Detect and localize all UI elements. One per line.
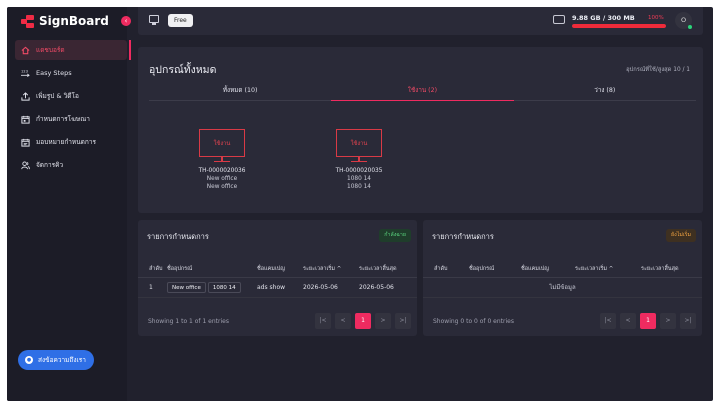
sidebar-item-assign-schedule[interactable]: มอบหมายกำหนดการ (15, 132, 127, 152)
table-footer-info: Showing 1 to 1 of 1 entries (148, 318, 229, 325)
sidebar-collapse-button[interactable]: ‹ (121, 16, 131, 26)
sidebar-item-queue[interactable]: จัดการคิว (15, 155, 127, 175)
devices-panel: อุปกรณ์ทั้งหมด อุปกรณ์ที่ใช้/สูงสุด 10 /… (138, 47, 703, 213)
storage-percent: 100% (648, 15, 664, 21)
last-page-button[interactable]: >| (680, 313, 696, 329)
device-chips: New office 1080 14 (167, 282, 257, 293)
device-name: New office (206, 184, 238, 191)
logo[interactable]: SignBoard (21, 14, 109, 28)
users-icon (21, 160, 30, 170)
device-usage-note: อุปกรณ์ที่ใช้/สูงสุด 10 / 1 (626, 67, 690, 73)
status-badge: กำลังฉาย (379, 229, 411, 242)
prev-page-button[interactable]: < (335, 313, 351, 329)
home-icon (21, 46, 30, 55)
sidebar-item-label: จัดการคิว (36, 161, 64, 169)
schedule-title: รายการกำหนดการ (147, 232, 209, 241)
column-header[interactable]: ชื่อแคมเปญ (521, 260, 575, 277)
online-status-dot (688, 25, 692, 29)
column-header[interactable]: ระยะเวลาสิ้นสุด (359, 260, 409, 277)
pagination: |< < 1 > >| (315, 313, 411, 329)
sidebar-item-dashboard[interactable]: แดชบอร์ด (15, 40, 131, 60)
column-header[interactable]: ระยะเวลาสิ้นสุด (641, 260, 697, 277)
page-button[interactable]: 1 (355, 313, 371, 329)
tab-all[interactable]: ทั้งหมด (10) (149, 85, 331, 100)
contact-us-label: ส่งข้อความถึงเรา (38, 356, 86, 364)
first-page-button[interactable]: |< (315, 313, 331, 329)
device-code: TH-0000020035 (335, 168, 383, 175)
calendar-assign-icon (21, 138, 30, 147)
device-status-label: ใช้งาน (213, 141, 231, 147)
app-name: SignBoard (39, 14, 109, 28)
table-header: ลำดับ ชื่ออุปกรณ์ ชื่อแคมเปญ ระยะเวลาเริ… (138, 260, 417, 278)
next-page-button[interactable]: > (660, 313, 676, 329)
sidebar-item-label: กำหนดการโฆษณา (36, 115, 90, 123)
empty-table-message: ไม่มีข้อมูล (423, 278, 702, 298)
device-code: TH-0000020036 (198, 168, 246, 175)
device-chip: New office (167, 282, 206, 293)
pagination: |< < 1 > >| (600, 313, 696, 329)
sidebar-item-upload-media[interactable]: เพิ่มรูป & วิดีโอ (15, 86, 127, 106)
schedule-title: รายการกำหนดการ (432, 232, 494, 241)
sidebar-item-label: Easy Steps (36, 69, 72, 77)
plan-badge: Free (168, 14, 193, 27)
campaign-name: ads show (257, 284, 286, 291)
end-date: 2026-05-06 (359, 284, 394, 291)
top-header: Free 9.88 GB / 300 MB 100% O (138, 7, 703, 35)
storage-icon (553, 15, 565, 24)
device-location: New office (206, 176, 238, 183)
device-card[interactable]: ใช้งาน TH-0000020035 1080 14 1080 14 (319, 129, 399, 190)
sidebar-item-ad-schedule[interactable]: กำหนดการโฆษณา (15, 109, 127, 129)
storage-progress-fill (572, 24, 666, 28)
storage-usage-text: 9.88 GB / 300 MB (572, 14, 635, 22)
chevron-left-icon: ‹ (124, 17, 128, 25)
logo-icon (21, 14, 34, 28)
start-date: 2026-05-06 (303, 284, 338, 291)
device-status-label: ใช้งาน (350, 141, 368, 147)
device-card[interactable]: ใช้งาน TH-0000020036 New office New offi… (182, 129, 262, 190)
next-page-button[interactable]: > (375, 313, 391, 329)
upload-icon (21, 91, 30, 101)
first-page-button[interactable]: |< (600, 313, 616, 329)
row-index: 1 (149, 284, 153, 291)
sidebar-item-label: มอบหมายกำหนดการ (36, 138, 96, 146)
device-name: 1080 14 (347, 184, 371, 191)
page-button[interactable]: 1 (640, 313, 656, 329)
calendar-icon (21, 115, 30, 124)
column-header[interactable]: ชื่ออุปกรณ์ (167, 260, 257, 277)
chat-icon: ● (25, 356, 33, 364)
schedule-active-panel: รายการกำหนดการ กำลังฉาย ลำดับ ชื่ออุปกรณ… (138, 220, 417, 336)
contact-us-button[interactable]: ● ส่งข้อความถึงเรา (18, 350, 94, 370)
column-header[interactable]: ลำดับ (423, 260, 469, 277)
column-header[interactable]: ลำดับ (138, 260, 167, 277)
steps-icon: 123 (21, 69, 30, 78)
monitor-screen-icon: ใช้งาน (336, 129, 382, 157)
storage-progress-bar (572, 24, 666, 28)
monitor-icon[interactable] (149, 15, 159, 25)
table-row[interactable]: 1 New office 1080 14 ads show 2026-05-06 … (138, 278, 417, 298)
tab-available[interactable]: ว่าง (8) (514, 85, 696, 100)
devices-title: อุปกรณ์ทั้งหมด (149, 64, 217, 76)
column-header[interactable]: ระยะเวลาเริ่ม ^ (303, 260, 359, 277)
tab-in-use[interactable]: ใช้งาน (2) (331, 85, 514, 101)
monitor-screen-icon: ใช้งาน (199, 129, 245, 157)
last-page-button[interactable]: >| (395, 313, 411, 329)
status-badge: ยังไม่เริ่ม (666, 229, 696, 242)
sidebar-item-label: แดชบอร์ด (36, 46, 65, 54)
device-tabs: ทั้งหมด (10) ใช้งาน (2) ว่าง (8) (149, 85, 696, 101)
column-header[interactable]: ระยะเวลาเริ่ม ^ (575, 260, 641, 277)
table-footer-info: Showing 0 to 0 of 0 entries (433, 318, 514, 325)
prev-page-button[interactable]: < (620, 313, 636, 329)
app-window: SignBoard แดชบอร์ด 123 Easy Steps เพิ่มร… (7, 7, 713, 401)
device-location: 1080 14 (347, 176, 371, 183)
column-header[interactable]: ชื่อแคมเปญ (257, 260, 303, 277)
sidebar: SignBoard แดชบอร์ด 123 Easy Steps เพิ่มร… (7, 7, 131, 401)
table-header: ลำดับ ชื่ออุปกรณ์ ชื่อแคมเปญ ระยะเวลาเริ… (423, 260, 702, 278)
sidebar-nav: แดชบอร์ด 123 Easy Steps เพิ่มรูป & วิดีโ… (15, 40, 131, 178)
schedule-pending-panel: รายการกำหนดการ ยังไม่เริ่ม ลำดับ ชื่ออุป… (423, 220, 702, 336)
sidebar-item-easy-steps[interactable]: 123 Easy Steps (15, 63, 127, 83)
column-header[interactable]: ชื่ออุปกรณ์ (469, 260, 521, 277)
svg-text:123: 123 (21, 69, 28, 73)
sidebar-item-label: เพิ่มรูป & วิดีโอ (36, 92, 79, 100)
device-chip: 1080 14 (207, 282, 241, 293)
